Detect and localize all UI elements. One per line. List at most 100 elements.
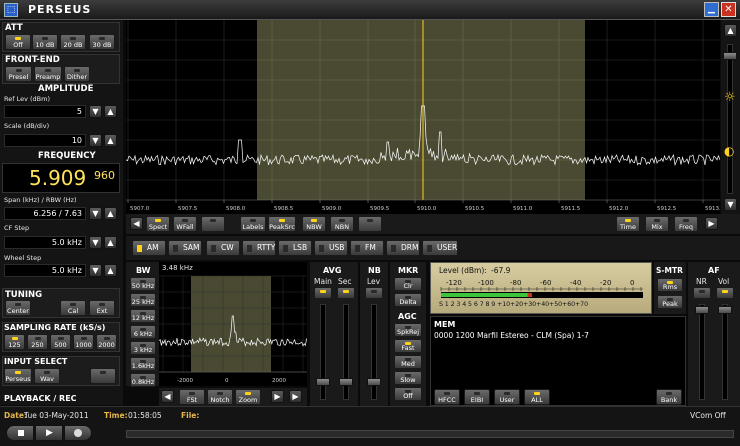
fst-button[interactable]: FSt: [179, 389, 205, 405]
wheel-step-value[interactable]: 5.0 kHz: [4, 264, 86, 277]
mode-cw-button[interactable]: CW: [206, 240, 240, 256]
zoom-down-button[interactable]: ▼: [724, 198, 737, 211]
ref-down-button[interactable]: ▼: [89, 105, 102, 118]
play-button[interactable]: ▶: [35, 425, 63, 441]
mode-rtty-button[interactable]: RTTY: [242, 240, 276, 256]
ref-level-value[interactable]: 5: [4, 105, 86, 118]
sr-2000-button[interactable]: 2000: [96, 334, 117, 350]
mem-hfcc-button[interactable]: HFCC: [434, 389, 460, 405]
stop-button[interactable]: [6, 425, 34, 441]
nb-lev-slider[interactable]: [367, 378, 381, 386]
ext-button[interactable]: Ext: [89, 300, 115, 316]
brightness-icon[interactable]: ☼: [724, 90, 736, 105]
mode-lsb-button[interactable]: LSB: [278, 240, 312, 256]
blank-toolbar-button-2[interactable]: [358, 216, 382, 232]
bw-right2-button[interactable]: ▶: [289, 390, 302, 403]
att-off-button[interactable]: Off: [5, 34, 31, 50]
span-down-button[interactable]: ▼: [89, 207, 102, 220]
mode-user-button[interactable]: USER: [422, 240, 458, 256]
avg-main-toggle[interactable]: [314, 287, 332, 299]
bw-0p8k-button[interactable]: 0.8kHz: [130, 373, 156, 387]
af-nr-slider[interactable]: [695, 306, 709, 314]
record-button[interactable]: [64, 425, 92, 441]
contrast-icon[interactable]: ◐: [724, 144, 734, 158]
af-vol-toggle[interactable]: [716, 287, 734, 299]
agc-med-button[interactable]: Med: [394, 355, 422, 369]
att-20db-button[interactable]: 20 dB: [60, 34, 86, 50]
time-button[interactable]: Time: [616, 216, 640, 232]
wheel-up-button[interactable]: ▲: [104, 264, 117, 277]
mem-all-button[interactable]: ALL: [524, 389, 550, 405]
minimize-icon[interactable]: ▁: [704, 2, 719, 17]
mem-eibi-button[interactable]: EIBI: [464, 389, 490, 405]
af-vol-slider[interactable]: [718, 306, 732, 314]
agc-fast-button[interactable]: Fast: [394, 339, 422, 353]
wfall-button[interactable]: WFall: [173, 216, 197, 232]
cf-up-button[interactable]: ▲: [104, 236, 117, 249]
nbw-button[interactable]: NBW: [302, 216, 326, 232]
agc-slow-button[interactable]: Slow: [394, 371, 422, 385]
smtr-peak-button[interactable]: Peak: [657, 295, 683, 309]
scale-down-button[interactable]: ▼: [89, 134, 102, 147]
span-value[interactable]: 6.256 / 7.63: [4, 207, 86, 220]
cf-step-value[interactable]: 5.0 kHz: [4, 236, 86, 249]
mode-drm-button[interactable]: DRM: [386, 240, 420, 256]
mkr-delta-button[interactable]: Delta: [394, 293, 422, 307]
bw-left-button[interactable]: ◀: [161, 390, 174, 403]
agc-spkrej-button[interactable]: SpkRej: [394, 323, 422, 337]
af-nr-toggle[interactable]: [693, 287, 711, 299]
scale-value[interactable]: 10: [4, 134, 86, 147]
att-30db-button[interactable]: 30 dB: [89, 34, 115, 50]
presel-button[interactable]: Presel: [5, 66, 32, 82]
peaksrc-button[interactable]: PeakSrc: [268, 216, 296, 232]
close-icon[interactable]: ✕: [721, 2, 736, 17]
mem-entry[interactable]: 0000 1200 Marfil Estereo - CLM (Spa) 1-7: [434, 331, 589, 340]
blank-toolbar-button[interactable]: [201, 216, 225, 232]
center-button[interactable]: Center: [5, 300, 31, 316]
input-wav-button[interactable]: Wav: [34, 368, 60, 384]
span-up-button[interactable]: ▲: [104, 207, 117, 220]
labels-button[interactable]: Labels: [240, 216, 266, 232]
zoom-button[interactable]: Zoom: [235, 389, 261, 405]
sr-500-button[interactable]: 500: [50, 334, 71, 350]
zoom-up-button[interactable]: ▲: [724, 24, 737, 37]
bw-12k-button[interactable]: 12 kHz: [130, 309, 156, 323]
bw-1p6k-button[interactable]: 1.6kHz: [130, 357, 156, 371]
avg-sec-toggle[interactable]: [337, 287, 355, 299]
mode-fm-button[interactable]: FM: [350, 240, 384, 256]
spect-button[interactable]: Spect: [146, 216, 170, 232]
sr-1000-button[interactable]: 1000: [73, 334, 94, 350]
bw-25k-button[interactable]: 25 kHz: [130, 293, 156, 307]
bw-right-button[interactable]: ▶: [271, 390, 284, 403]
agc-off-button[interactable]: Off: [394, 387, 422, 401]
avg-sec-slider[interactable]: [339, 378, 353, 386]
freq-button[interactable]: Freq: [674, 216, 698, 232]
mem-user-button[interactable]: User: [494, 389, 520, 405]
scroll-left-button[interactable]: ◀: [130, 217, 143, 230]
sr-125-button[interactable]: 125: [4, 334, 25, 350]
sr-250-button[interactable]: 250: [27, 334, 48, 350]
avg-main-slider[interactable]: [316, 378, 330, 386]
mode-sam-button[interactable]: SAM: [168, 240, 202, 256]
bw-spectrum[interactable]: -2000 0 2000: [159, 262, 307, 386]
scale-up-button[interactable]: ▲: [104, 134, 117, 147]
input-perseus-button[interactable]: Perseus: [4, 368, 32, 384]
mem-bank-button[interactable]: Bank: [656, 389, 682, 405]
nb-toggle[interactable]: [365, 287, 383, 299]
notch-button[interactable]: Notch: [207, 389, 233, 405]
playback-progress[interactable]: [126, 430, 734, 438]
smtr-rms-button[interactable]: Rms: [657, 278, 683, 292]
frequency-display[interactable]: 5.909 960: [2, 163, 120, 193]
nbn-button[interactable]: NBN: [330, 216, 354, 232]
preamp-button[interactable]: Preamp: [34, 66, 62, 82]
bw-6k-button[interactable]: 6 kHz: [130, 325, 156, 339]
att-10db-button[interactable]: 10 dB: [32, 34, 58, 50]
wheel-down-button[interactable]: ▼: [89, 264, 102, 277]
spectrum-display[interactable]: 5907.0 5907.5 5908.0 5908.5 5909.0 5909.5 5910…: [126, 20, 720, 214]
mode-usb-button[interactable]: USB: [314, 240, 348, 256]
bw-3k-button[interactable]: 3 kHz: [130, 341, 156, 355]
mix-button[interactable]: Mix: [645, 216, 669, 232]
dither-button[interactable]: Dither: [64, 66, 90, 82]
cf-down-button[interactable]: ▼: [89, 236, 102, 249]
mode-am-button[interactable]: AM: [132, 240, 166, 256]
